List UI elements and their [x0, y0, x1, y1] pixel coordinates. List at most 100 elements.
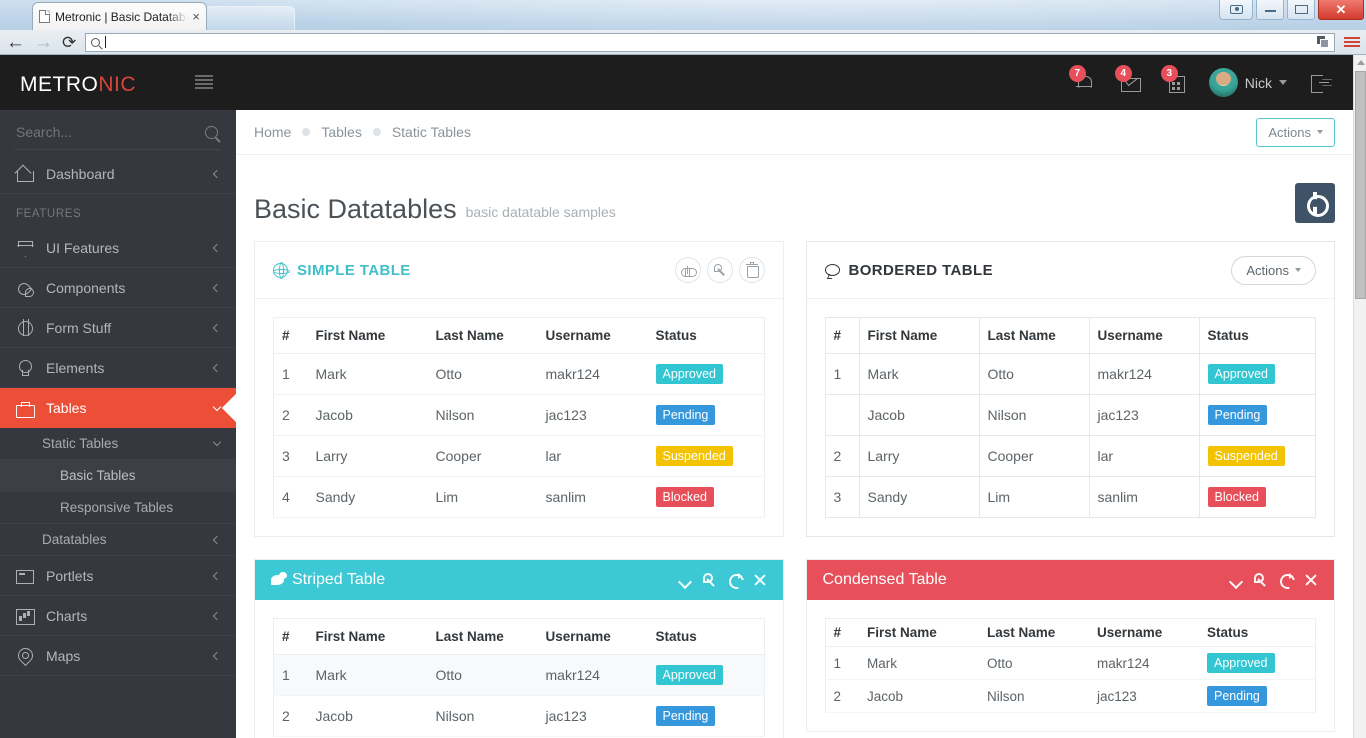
cell-status: Blocked — [648, 477, 765, 518]
cell-num — [825, 395, 859, 436]
table-header-row: # First Name Last Name Username Status — [825, 619, 1316, 647]
search-icon[interactable] — [205, 126, 218, 139]
forward-icon[interactable]: → — [34, 33, 53, 52]
cell-num: 2 — [825, 436, 859, 477]
table-row[interactable]: 1 Mark Otto makr124 Approved — [825, 647, 1316, 680]
breadcrumb-tables[interactable]: Tables — [321, 124, 361, 140]
cell-first-name: Jacob — [859, 395, 979, 436]
cell-first-name: Jacob — [859, 680, 979, 713]
page-settings-button[interactable] — [1295, 183, 1335, 223]
breadcrumb-separator-icon — [373, 128, 381, 136]
cell-first-name: Mark — [859, 354, 979, 395]
reload-icon[interactable]: ⟳ — [62, 34, 76, 51]
upload-button[interactable] — [675, 257, 701, 283]
notifications-button[interactable]: 7 — [1061, 55, 1107, 110]
tasks-button[interactable]: 3 — [1153, 55, 1199, 110]
column-header: Last Name — [979, 619, 1089, 647]
portlet-condensed-table: Condensed Table # F — [806, 559, 1336, 732]
window-close-button[interactable]: ✕ — [1318, 0, 1364, 20]
scrollbar-thumb[interactable] — [1355, 71, 1366, 299]
portlet-title-label: SIMPLE TABLE — [297, 262, 411, 279]
cell-username: jac123 — [538, 696, 648, 737]
user-menu[interactable]: Nick — [1199, 55, 1297, 110]
sidebar-item-charts[interactable]: Charts — [0, 596, 236, 636]
table-row[interactable]: 4 Sandy Lim sanlim Blocked — [274, 477, 765, 518]
sidebar-toggle-icon[interactable] — [195, 75, 213, 89]
close-icon[interactable] — [1304, 573, 1318, 587]
sidebar-item-portlets[interactable]: Portlets — [0, 556, 236, 596]
column-header: Status — [1199, 318, 1316, 354]
back-icon[interactable]: ← — [6, 33, 25, 52]
table-row[interactable]: 1 Mark Otto makr124 Approved — [274, 354, 765, 395]
tab-close-icon[interactable]: × — [192, 10, 200, 23]
table-row[interactable]: 2 Larry Cooper lar Suspended — [825, 436, 1316, 477]
sidebar-subitem-basic-tables[interactable]: Basic Tables — [0, 460, 236, 492]
scroll-up-icon[interactable] — [1354, 55, 1366, 69]
sidebar-item-dashboard[interactable]: Dashboard — [0, 154, 236, 194]
delete-button[interactable] — [739, 257, 765, 283]
collapse-icon[interactable] — [678, 573, 692, 587]
wrench-icon[interactable] — [703, 573, 717, 587]
app-logo[interactable]: METRONIC — [20, 73, 136, 97]
breadcrumb-static-tables[interactable]: Static Tables — [392, 124, 471, 140]
address-bar[interactable] — [85, 33, 1335, 52]
logout-button[interactable] — [1297, 55, 1343, 110]
page-actions-button[interactable]: Actions — [1256, 118, 1335, 147]
column-header: First Name — [859, 318, 979, 354]
window-maximize-button[interactable] — [1287, 0, 1315, 20]
sidebar-item-tables[interactable]: Tables — [0, 388, 236, 428]
sidebar-item-label: Components — [46, 280, 125, 296]
table-row[interactable]: Jacob Nilson jac123 Pending — [825, 395, 1316, 436]
close-icon[interactable] — [753, 573, 767, 587]
sidebar-item-maps[interactable]: Maps — [0, 636, 236, 676]
cell-num: 1 — [274, 354, 308, 395]
table-row[interactable]: 3 Sandy Lim sanlim Blocked — [825, 477, 1316, 518]
status-badge: Pending — [656, 706, 716, 726]
search-input[interactable] — [16, 124, 205, 140]
status-badge: Approved — [656, 665, 724, 685]
cell-last-name: Cooper — [428, 436, 538, 477]
main-content: Home Tables Static Tables Actions Basic … — [236, 110, 1353, 738]
cell-first-name: Mark — [308, 354, 428, 395]
page-scrollbar[interactable] — [1353, 55, 1366, 738]
table-row[interactable]: 1 Mark Otto makr124 Approved — [825, 354, 1316, 395]
table-row[interactable]: 2 Jacob Nilson jac123 Pending — [274, 696, 765, 737]
sidebar-search[interactable] — [0, 110, 236, 154]
column-header: # — [825, 318, 859, 354]
table-row[interactable]: 2 Jacob Nilson jac123 Pending — [825, 680, 1316, 713]
cell-num: 3 — [274, 436, 308, 477]
sidebar-subitem-static-tables[interactable]: Static Tables — [0, 428, 236, 460]
new-tab-strip[interactable] — [205, 6, 295, 30]
wrench-icon[interactable] — [1254, 573, 1268, 587]
cell-first-name: Mark — [308, 655, 428, 696]
window-user-button[interactable] — [1219, 0, 1253, 20]
header-actions: 7 4 3 Nick — [1061, 55, 1343, 110]
portlet-actions-button[interactable]: Actions — [1231, 256, 1316, 285]
map-pin-icon — [16, 647, 33, 664]
cell-last-name: Lim — [428, 477, 538, 518]
table-row[interactable]: 1 Mark Otto makr124 Approved — [274, 655, 765, 696]
sidebar-subitem-responsive-tables[interactable]: Responsive Tables — [0, 492, 236, 524]
collapse-icon[interactable] — [1229, 573, 1243, 587]
translate-icon[interactable] — [1317, 36, 1329, 48]
sidebar-item-form-stuff[interactable]: Form Stuff — [0, 308, 236, 348]
browser-tab[interactable]: Metronic | Basic Datatables × — [32, 2, 207, 30]
table-row[interactable]: 3 Larry Cooper lar Suspended — [274, 436, 765, 477]
settings-button[interactable] — [707, 257, 733, 283]
inbox-badge: 4 — [1115, 65, 1132, 82]
window-minimize-button[interactable] — [1256, 0, 1284, 20]
cell-last-name: Otto — [428, 655, 538, 696]
sidebar-item-components[interactable]: Components — [0, 268, 236, 308]
inbox-button[interactable]: 4 — [1107, 55, 1153, 110]
browser-menu-icon[interactable] — [1344, 37, 1360, 47]
refresh-icon[interactable] — [728, 573, 742, 587]
portlet-body: # First Name Last Name Username Status 1… — [255, 299, 783, 536]
condensed-table: # First Name Last Name Username Status 1… — [825, 618, 1317, 713]
breadcrumb-home[interactable]: Home — [254, 124, 291, 140]
table-row[interactable]: 2 Jacob Nilson jac123 Pending — [274, 395, 765, 436]
user-name-label: Nick — [1245, 75, 1272, 91]
refresh-icon[interactable] — [1279, 573, 1293, 587]
sidebar-item-ui-features[interactable]: UI Features — [0, 228, 236, 268]
sidebar-item-elements[interactable]: Elements — [0, 348, 236, 388]
sidebar-subitem-datatables[interactable]: Datatables — [0, 524, 236, 556]
